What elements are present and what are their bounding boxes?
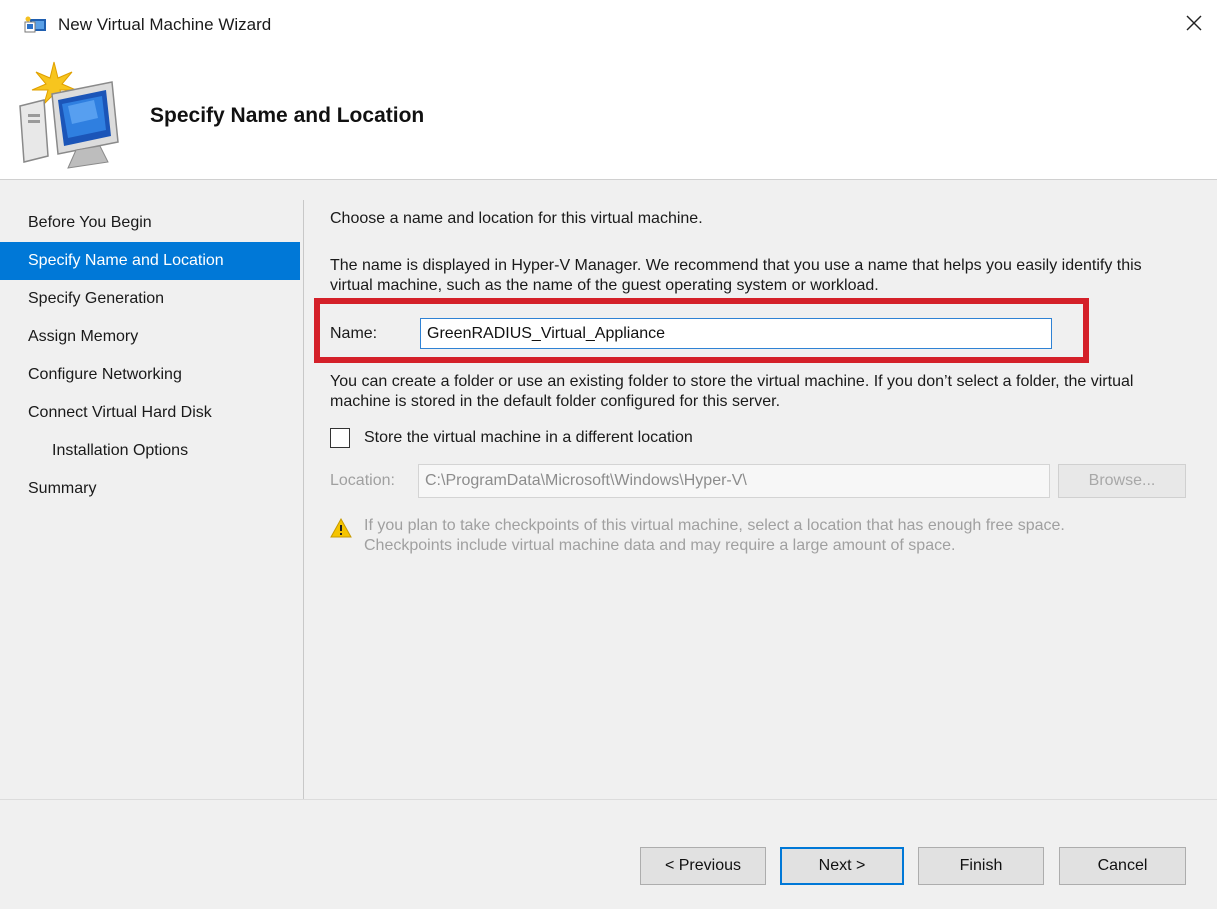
hyper-v-app-icon bbox=[24, 16, 46, 33]
location-input bbox=[418, 464, 1050, 498]
browse-button: Browse... bbox=[1058, 464, 1186, 498]
wizard-header: Specify Name and Location bbox=[0, 52, 1217, 180]
warning-icon bbox=[330, 518, 352, 538]
nav-item-assign-memory[interactable]: Assign Memory bbox=[0, 318, 300, 356]
name-label: Name: bbox=[330, 325, 378, 342]
window-title: New Virtual Machine Wizard bbox=[58, 15, 272, 34]
nav-item-connect-virtual-hard-disk[interactable]: Connect Virtual Hard Disk bbox=[0, 394, 300, 432]
folder-description: You can create a folder or use an existi… bbox=[330, 373, 1134, 410]
warning-text: If you plan to take checkpoints of this … bbox=[364, 517, 1065, 554]
different-location-checkbox[interactable] bbox=[330, 428, 350, 448]
name-description: The name is displayed in Hyper-V Manager… bbox=[330, 257, 1142, 294]
cancel-button[interactable]: Cancel bbox=[1059, 847, 1186, 885]
close-icon bbox=[1186, 15, 1202, 31]
nav-item-summary[interactable]: Summary bbox=[0, 470, 300, 508]
location-label: Location: bbox=[330, 472, 395, 489]
title-bar: New Virtual Machine Wizard bbox=[0, 0, 1217, 52]
nav-item-configure-networking[interactable]: Configure Networking bbox=[0, 356, 300, 394]
wizard-body: Before You Begin Specify Name and Locati… bbox=[0, 180, 1217, 909]
location-row: Location: Browse... bbox=[330, 464, 1186, 498]
wizard-steps-nav: Before You Begin Specify Name and Locati… bbox=[0, 204, 300, 508]
nav-divider bbox=[303, 200, 304, 800]
virtual-machine-wizard-icon bbox=[19, 61, 119, 169]
different-location-label[interactable]: Store the virtual machine in a different… bbox=[364, 429, 693, 447]
intro-text: Choose a name and location for this virt… bbox=[330, 210, 703, 227]
close-button[interactable] bbox=[1171, 0, 1217, 46]
nav-item-specify-generation[interactable]: Specify Generation bbox=[0, 280, 300, 318]
name-input[interactable] bbox=[420, 318, 1052, 349]
nav-item-installation-options[interactable]: Installation Options bbox=[0, 432, 300, 470]
name-row: Name: bbox=[330, 318, 1060, 350]
footer-divider bbox=[0, 799, 1217, 800]
nav-item-before-you-begin[interactable]: Before You Begin bbox=[0, 204, 300, 242]
previous-button[interactable]: < Previous bbox=[640, 847, 766, 885]
nav-item-specify-name-and-location[interactable]: Specify Name and Location bbox=[0, 242, 300, 280]
next-button[interactable]: Next > bbox=[780, 847, 904, 885]
page-title: Specify Name and Location bbox=[150, 104, 425, 127]
finish-button[interactable]: Finish bbox=[918, 847, 1044, 885]
